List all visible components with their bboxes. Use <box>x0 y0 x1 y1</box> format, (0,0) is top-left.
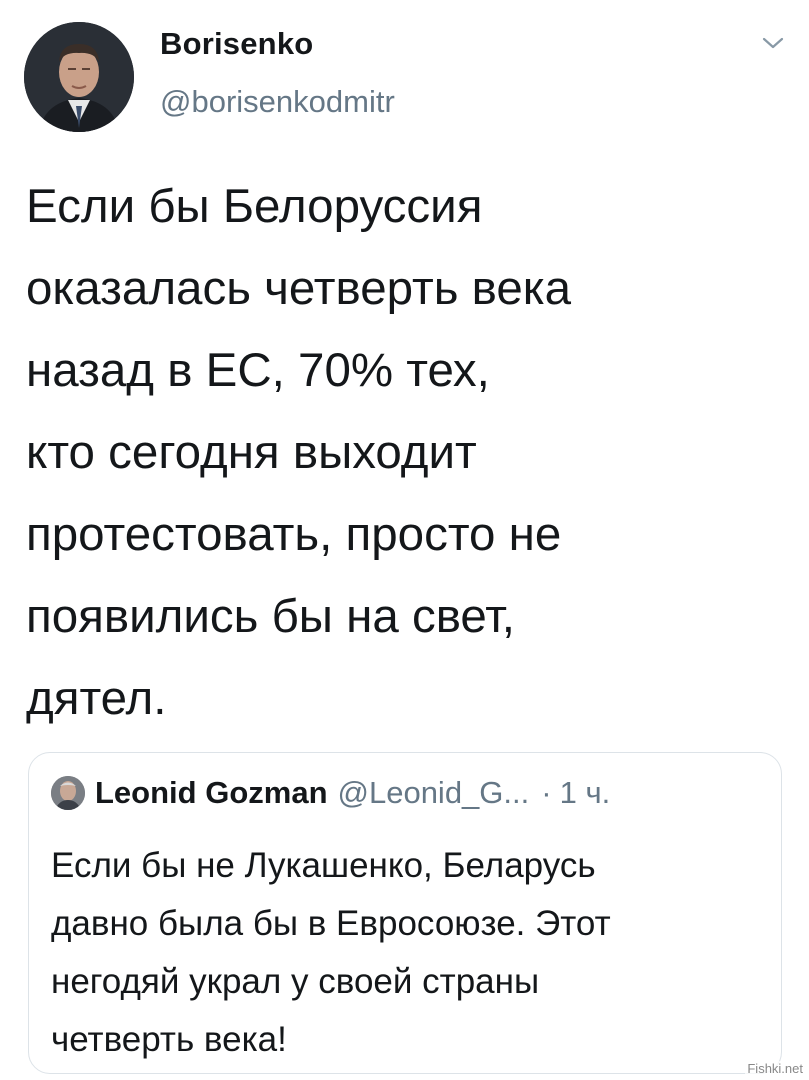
author-avatar[interactable] <box>24 22 134 132</box>
header-separator: · <box>541 775 552 810</box>
author-handle[interactable]: @borisenkodmitr <box>160 84 395 120</box>
quoted-tweet-time: 1 ч. <box>559 775 611 810</box>
quoted-author-handle[interactable]: @Leonid_G... <box>338 775 530 811</box>
quoted-author-avatar[interactable] <box>51 776 85 810</box>
author-photo <box>24 22 134 132</box>
quoted-author-name[interactable]: Leonid Gozman <box>95 775 328 811</box>
tweet-text: Если бы Белоруссия оказалась четверть ве… <box>26 180 572 725</box>
quoted-tweet-text: Если бы не Лукашенко, Беларусь давно был… <box>51 846 611 1059</box>
author-name[interactable]: Borisenko <box>160 26 313 62</box>
quoted-tweet-header: Leonid Gozman @Leonid_G... · 1 ч. <box>51 775 610 811</box>
chevron-down-icon[interactable] <box>758 28 788 58</box>
quoted-tweet-card[interactable]: Leonid Gozman @Leonid_G... · 1 ч. Если б… <box>28 752 782 1074</box>
watermark: Fishki.net <box>745 1061 805 1076</box>
